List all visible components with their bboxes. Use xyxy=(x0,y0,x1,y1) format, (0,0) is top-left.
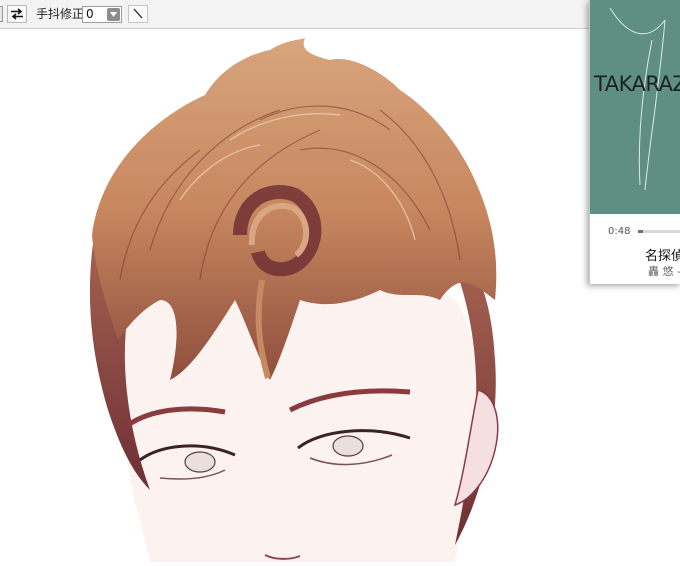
elapsed-time: 0:48 xyxy=(608,226,631,237)
portrait-illustration xyxy=(89,38,499,562)
line-tool-icon xyxy=(133,8,143,19)
artist-name: 轟 悠 - xyxy=(648,265,680,278)
song-title: 名探偵 xyxy=(645,249,680,264)
music-player-widget[interactable]: TAKARAZ 0:48 名探偵 轟 悠 - xyxy=(589,0,680,284)
stabilizer-label: 手抖修正 xyxy=(36,7,85,21)
dropdown-arrow-icon[interactable] xyxy=(107,8,120,21)
line-tool-button[interactable] xyxy=(128,5,148,23)
stabilizer-select[interactable]: 0 xyxy=(82,6,122,23)
album-cover-title: TAKARAZ xyxy=(594,72,680,96)
toolbar: 手抖修正 0 xyxy=(0,0,680,29)
album-cover: TAKARAZ xyxy=(590,0,680,214)
toolbar-edge-button[interactable] xyxy=(0,6,3,22)
progress-fill xyxy=(638,230,644,233)
drawing-canvas[interactable] xyxy=(0,29,680,562)
stabilizer-value: 0 xyxy=(86,7,94,21)
progress-bar[interactable] xyxy=(638,230,680,233)
swap-arrows-icon xyxy=(11,8,23,20)
swap-button[interactable] xyxy=(7,5,27,23)
